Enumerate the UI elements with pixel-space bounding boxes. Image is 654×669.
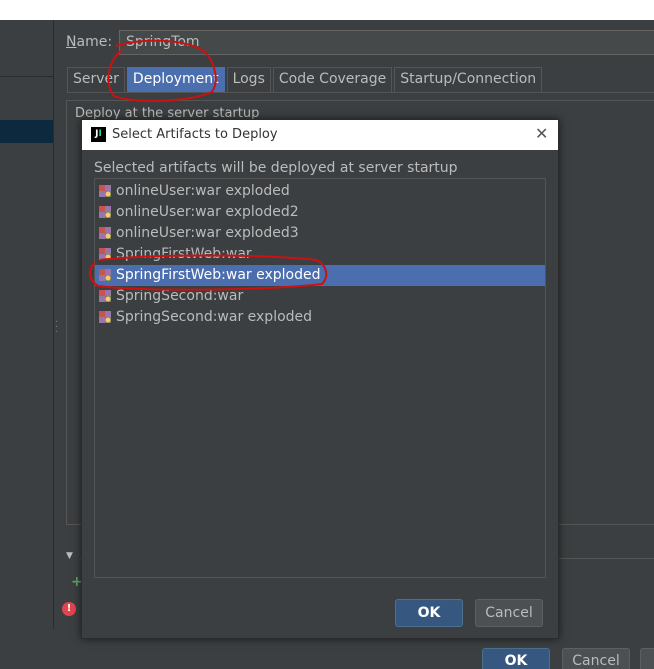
artifact-list: onlineUser:war exploded onlineUser:war ex…: [94, 178, 546, 578]
tree-separator: [0, 76, 54, 77]
artifact-label: SpringSecond:war: [116, 288, 244, 304]
artifact-icon: [98, 310, 112, 324]
tab-server[interactable]: Server: [67, 67, 125, 92]
tab-deployment[interactable]: Deployment: [126, 67, 225, 92]
tab-startup-connection[interactable]: Startup/Connection: [394, 67, 543, 92]
tree-selected-item[interactable]: [0, 120, 53, 143]
name-label-mnemonic: N: [66, 34, 77, 50]
artifact-list-item[interactable]: onlineUser:war exploded3: [95, 223, 545, 244]
artifact-icon: [98, 289, 112, 303]
dialog-title: Select Artifacts to Deploy: [112, 127, 278, 142]
main-ok-button[interactable]: OK: [482, 648, 550, 669]
collapse-triangle-icon[interactable]: ▼: [66, 551, 73, 561]
tab-logs[interactable]: Logs: [226, 67, 271, 92]
artifact-label: onlineUser:war exploded: [116, 183, 290, 199]
config-tree-panel: [0, 20, 54, 629]
config-tabs: Server Deployment Logs Code Coverage Startup…: [67, 67, 544, 92]
intellij-icon: JI: [91, 127, 106, 142]
artifact-label: SpringFirstWeb:war exploded: [116, 267, 321, 283]
tab-code-coverage[interactable]: Code Coverage: [272, 67, 393, 92]
artifact-label: onlineUser:war exploded3: [116, 225, 299, 241]
name-label-text: ame:: [76, 34, 113, 50]
artifact-list-item[interactable]: onlineUser:war exploded2: [95, 202, 545, 223]
dialog-titlebar: JI Select Artifacts to Deploy ✕: [82, 120, 558, 150]
artifact-list-item[interactable]: onlineUser:war exploded: [95, 181, 545, 202]
artifact-list-item[interactable]: SpringFirstWeb:war exploded: [95, 265, 545, 286]
artifact-icon: [98, 268, 112, 282]
artifact-list-item[interactable]: SpringSecond:war exploded: [95, 307, 545, 328]
artifact-list-item[interactable]: SpringFirstWeb:war: [95, 244, 545, 265]
close-icon[interactable]: ✕: [535, 124, 548, 143]
artifact-icon: [98, 226, 112, 240]
artifact-label: SpringFirstWeb:war: [116, 246, 252, 262]
select-artifacts-dialog: JI Select Artifacts to Deploy ✕ Selected…: [81, 119, 559, 639]
dialog-ok-button[interactable]: OK: [395, 599, 463, 627]
dialog-cancel-button[interactable]: Cancel: [475, 599, 543, 627]
tabs-underline: [67, 92, 654, 93]
main-cancel-button[interactable]: Cancel: [562, 648, 630, 669]
artifact-icon: [98, 184, 112, 198]
artifact-label: SpringSecond:war exploded: [116, 309, 313, 325]
artifact-icon: [98, 205, 112, 219]
dialog-caption: Selected artifacts will be deployed at s…: [94, 160, 458, 176]
splitter-handle[interactable]: · · ·: [55, 318, 59, 338]
window-top-strip: [0, 0, 654, 20]
main-extra-button[interactable]: [640, 648, 654, 669]
artifact-list-item[interactable]: SpringSecond:war: [95, 286, 545, 307]
name-label: Name:: [66, 34, 112, 50]
artifact-label: onlineUser:war exploded2: [116, 204, 299, 220]
artifact-icon: [98, 247, 112, 261]
name-input[interactable]: SpringTom: [119, 30, 654, 55]
error-icon: !: [62, 602, 76, 616]
